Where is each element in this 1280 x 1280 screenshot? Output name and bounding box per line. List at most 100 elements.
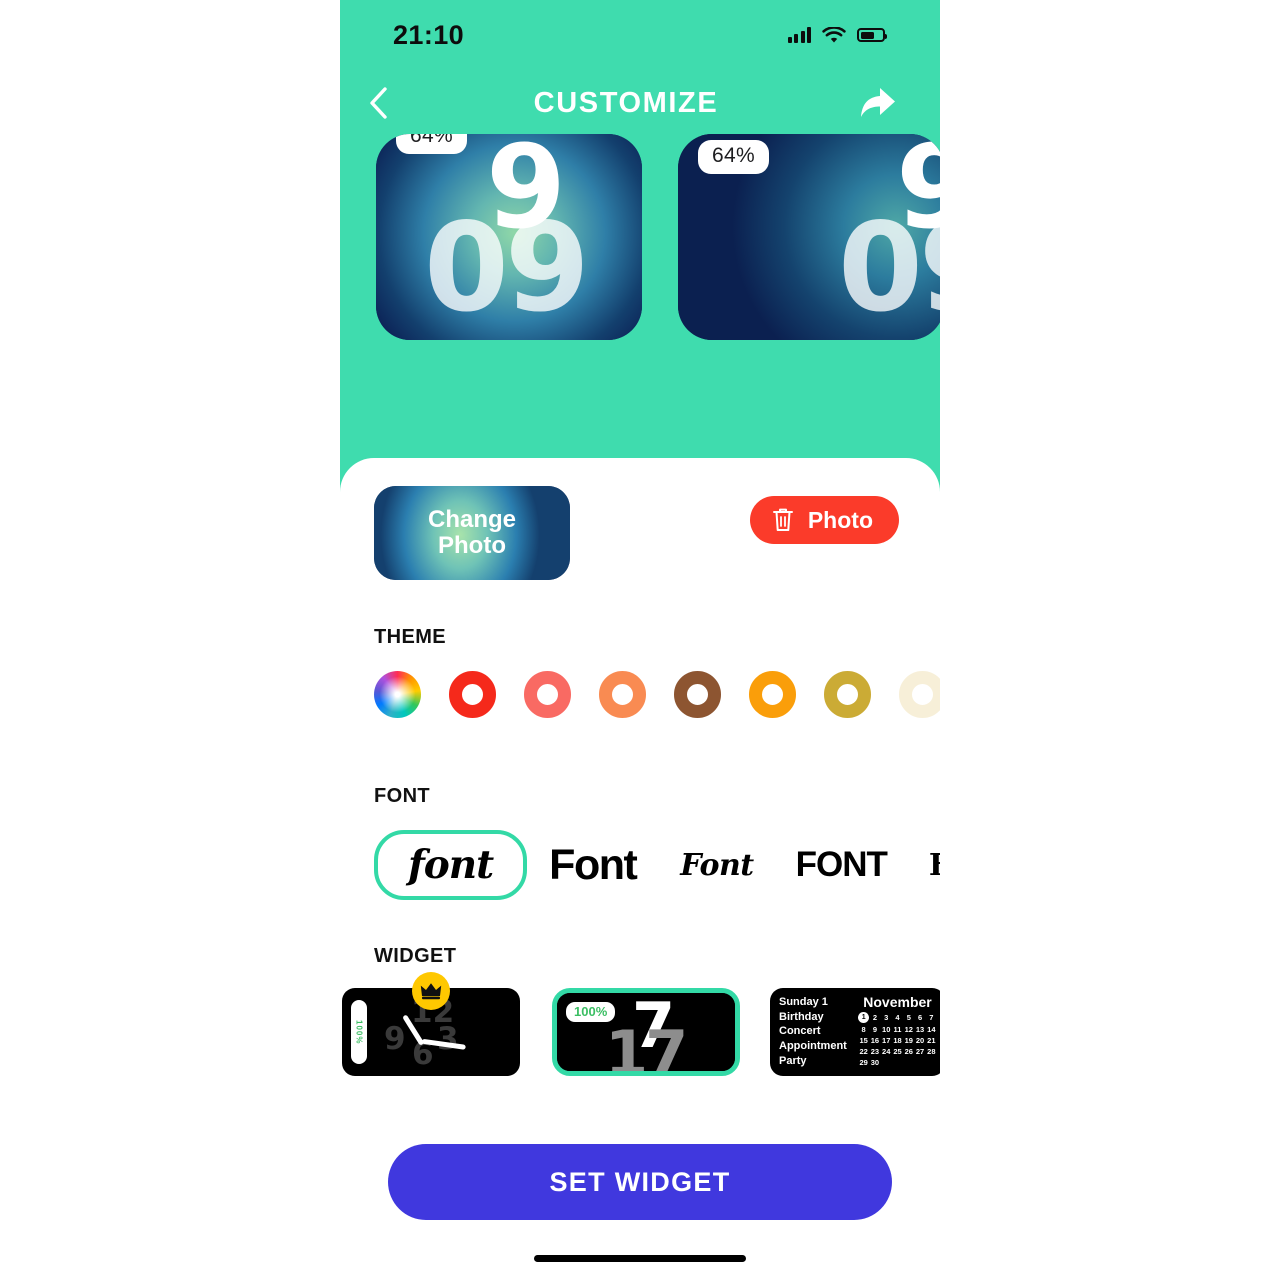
widget-section-label: WIDGET [374, 945, 457, 967]
calendar-date: 21 [927, 1035, 936, 1045]
calendar-month-grid: November 1 2 3 4 5 6 7 8 9 10 11 12 13 14 15 16 17 18 19 20… [858, 994, 937, 1070]
calendar-date: 4 [895, 1013, 900, 1023]
delete-photo-label: Photo [807, 506, 873, 533]
calendar-date: 22 [859, 1047, 868, 1057]
set-widget-label: SET WIDGET [549, 1166, 731, 1197]
font-option-bold-sans[interactable]: Font [549, 841, 638, 890]
font-option-script[interactable]: font [374, 830, 528, 900]
calendar-date: 24 [882, 1047, 891, 1057]
widget-section: WIDGET 12 3 6 9 100% 7 17 100% Sunday 1 … [340, 945, 940, 1076]
widget-option-calendar[interactable]: Sunday 1 Birthday Concert Appointment Pa… [770, 988, 940, 1076]
font-section: FONT font Font Font FONT Font [340, 785, 940, 900]
page-title: CUSTOMIZE [533, 86, 719, 119]
calendar-month-label: November [863, 994, 932, 1010]
home-indicator [534, 1255, 746, 1262]
calendar-event: Concert [779, 1025, 821, 1038]
crown-icon [420, 983, 442, 1000]
calendar-date: 11 [893, 1024, 902, 1034]
widget-option-analog-clock[interactable]: 12 3 6 9 100% [342, 972, 520, 1076]
widget-battery-label: 100% [354, 1019, 364, 1045]
calendar-date: 9 [872, 1024, 877, 1034]
calendar-date: 23 [870, 1047, 880, 1057]
battery-icon [857, 28, 887, 42]
delete-photo-button[interactable]: Photo [749, 496, 899, 544]
nav-bar: CUSTOMIZE [340, 72, 940, 134]
preview-clock-digits: 9 09 [376, 134, 642, 340]
theme-swatch-olive-gold[interactable] [824, 671, 871, 718]
share-button[interactable] [856, 84, 900, 122]
set-widget-button[interactable]: SET WIDGET [388, 1144, 892, 1220]
calendar-event: Party [779, 1054, 807, 1067]
calendar-date: 7 [929, 1013, 934, 1023]
photo-actions-row: Change Photo Photo [340, 480, 940, 590]
theme-swatch-brown[interactable] [674, 671, 721, 718]
font-option-brush[interactable]: Font [680, 848, 754, 883]
preview-digit-bottom: 09 [424, 197, 590, 339]
preview-card[interactable]: 64% 9 09 [678, 134, 940, 340]
change-photo-button[interactable]: Change Photo [374, 486, 570, 580]
change-photo-line1: Change [427, 505, 516, 533]
widget-option-row[interactable]: 12 3 6 9 100% 7 17 100% Sunday 1 Birthda… [340, 972, 940, 1076]
widget-battery-indicator: 100% [351, 1000, 367, 1064]
calendar-date: 15 [859, 1035, 868, 1045]
calendar-date: 27 [915, 1047, 925, 1057]
change-photo-line2: Photo [438, 532, 506, 559]
theme-swatch-row[interactable] [340, 671, 940, 718]
wifi-icon [822, 26, 846, 42]
share-arrow-icon [861, 88, 895, 117]
widget-option-digital-clock[interactable]: 7 17 100% [552, 988, 740, 1076]
calendar-date: 3 [884, 1013, 889, 1023]
phone-screen: 21:10 CUSTOMIZE 64% 9 09 64% 9 0 Change … [340, 0, 940, 1280]
preview-carousel[interactable]: 64% 9 09 64% 9 09 [340, 130, 940, 460]
theme-swatch-red[interactable] [449, 671, 496, 718]
font-section-label: FONT [374, 785, 431, 807]
chevron-left-icon [370, 87, 387, 119]
theme-section: THEME [340, 626, 940, 718]
calendar-event: Appointment [779, 1040, 847, 1053]
calendar-date: 18 [893, 1035, 902, 1045]
calendar-widget-content: Sunday 1 Birthday Concert Appointment Pa… [770, 988, 940, 1076]
calendar-date: 19 [904, 1035, 913, 1045]
calendar-date: 5 [906, 1013, 911, 1023]
calendar-date: 16 [870, 1035, 880, 1045]
theme-swatch-cream[interactable] [899, 671, 940, 718]
back-button[interactable] [360, 85, 396, 121]
calendar-date: 2 [872, 1013, 877, 1023]
premium-badge [412, 972, 450, 1010]
change-photo-label: Change Photo [427, 505, 516, 560]
preview-battery-badge: 64% [396, 134, 467, 154]
calendar-date: 17 [882, 1035, 891, 1045]
theme-swatch-coral[interactable] [599, 671, 646, 718]
theme-swatch-rainbow-picker[interactable] [374, 671, 421, 718]
preview-digit-bottom: 09 [838, 197, 940, 339]
calendar-date: 25 [893, 1047, 902, 1057]
trash-icon [772, 508, 793, 531]
calendar-date: 29 [859, 1058, 868, 1068]
calendar-date: 30 [870, 1058, 880, 1068]
calendar-date: 10 [882, 1024, 891, 1034]
calendar-date: 13 [915, 1024, 925, 1034]
theme-swatch-amber[interactable] [749, 671, 796, 718]
options-sheet: Change Photo Photo THEME FONT font Font … [340, 458, 940, 1280]
calendar-date: 14 [927, 1024, 936, 1034]
status-bar: 21:10 [340, 0, 940, 70]
status-bar-icons [787, 26, 887, 44]
calendar-date: 6 [917, 1013, 923, 1023]
font-option-row[interactable]: font Font Font FONT Font [340, 830, 940, 900]
font-option-condensed-caps[interactable]: FONT [796, 845, 888, 885]
preview-card[interactable]: 64% 9 09 [376, 134, 642, 340]
theme-swatch-salmon[interactable] [524, 671, 571, 718]
calendar-date: 8 [861, 1024, 866, 1034]
calendar-date: 20 [915, 1035, 925, 1045]
calendar-events: Sunday 1 Birthday Concert Appointment Pa… [779, 995, 858, 1070]
clock-number-9: 9 [384, 1021, 406, 1057]
widget-battery-badge: 100% [566, 1002, 616, 1022]
calendar-date-today: 1 [858, 1012, 870, 1024]
calendar-date-grid: 1 2 3 4 5 6 7 8 9 10 11 12 13 14 15 16 17 18 19 20 21 22 23 24 2… [858, 1012, 937, 1068]
font-option-blackletter[interactable]: Font [929, 848, 940, 883]
calendar-date: 12 [904, 1024, 913, 1034]
widget-digit-bottom: 17 [605, 1017, 688, 1071]
calendar-date: 28 [927, 1047, 936, 1057]
clock-number-3: 3 [437, 1021, 459, 1057]
status-bar-time: 21:10 [393, 19, 465, 50]
